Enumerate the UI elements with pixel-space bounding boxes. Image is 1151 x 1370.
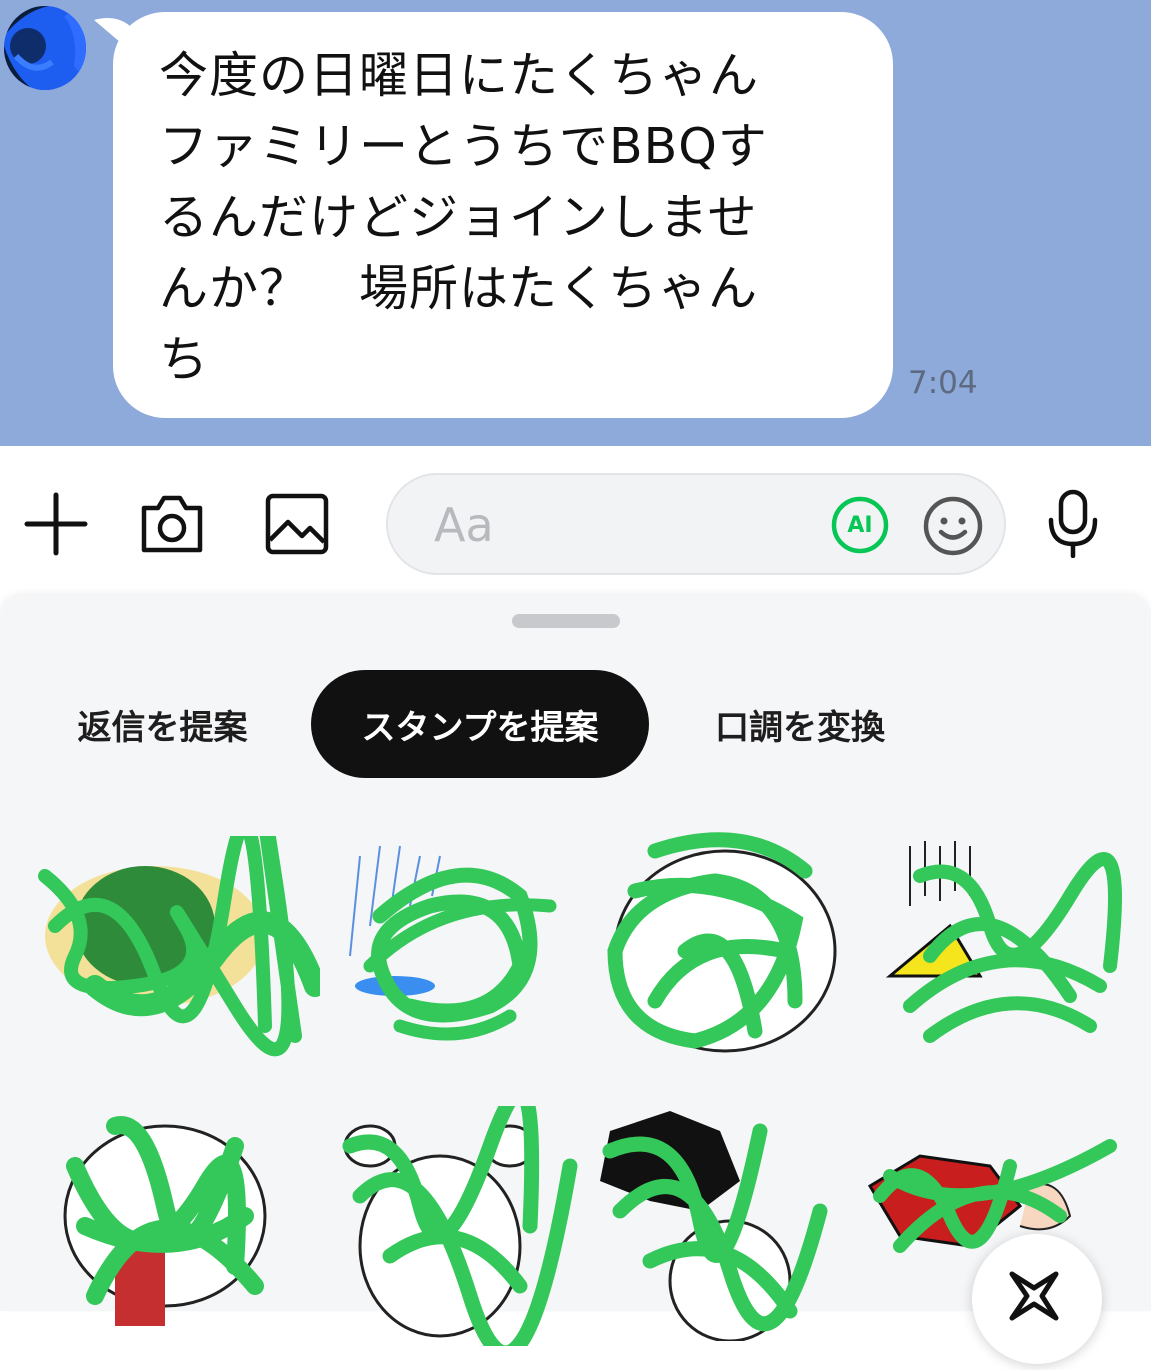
- image-icon[interactable]: [262, 490, 332, 558]
- chat-area: 今度の日曜日にたくちゃん ファミリーとうちでBBQす るんだけどジョインしませ …: [0, 0, 1151, 446]
- ai-badge-label: AI: [847, 512, 873, 538]
- message-text: 今度の日曜日にたくちゃん ファミリーとうちでBBQす るんだけどジョインしませ …: [159, 47, 768, 388]
- sparkle-icon[interactable]: [972, 1234, 1102, 1364]
- camera-icon[interactable]: [136, 490, 208, 558]
- suggestion-panel: 返信を提案 スタンプを提案 口調を変換: [0, 596, 1151, 1364]
- sticker-item[interactable]: [340, 836, 625, 1076]
- sticker-item[interactable]: [35, 769, 326, 1076]
- message-timestamp: 7:04: [908, 365, 978, 401]
- message-input[interactable]: [432, 489, 816, 561]
- tab-suggest-reply[interactable]: 返信を提案: [40, 670, 285, 778]
- input-bar: AI: [0, 446, 1151, 596]
- sticker-item[interactable]: [55, 1106, 340, 1346]
- tab-suggest-sticker[interactable]: スタンプを提案: [311, 670, 649, 778]
- emoji-icon[interactable]: [922, 495, 984, 557]
- plus-icon[interactable]: [20, 488, 92, 560]
- suggestion-tabs: 返信を提案 スタンプを提案 口調を変換: [0, 670, 1151, 778]
- sticker-item[interactable]: [870, 836, 1151, 1076]
- avatar[interactable]: [4, 6, 86, 90]
- ai-icon[interactable]: AI: [830, 495, 890, 555]
- tab-change-tone[interactable]: 口調を変換: [680, 670, 920, 778]
- microphone-icon[interactable]: [1040, 486, 1106, 560]
- message-bubble[interactable]: 今度の日曜日にたくちゃん ファミリーとうちでBBQす るんだけどジョインしませ …: [113, 12, 893, 418]
- sticker-item[interactable]: [595, 831, 880, 1071]
- message-input-container: AI: [386, 473, 1006, 575]
- panel-drag-handle[interactable]: [512, 614, 620, 628]
- sticker-item[interactable]: [590, 1101, 875, 1343]
- sticker-item[interactable]: [330, 1084, 615, 1361]
